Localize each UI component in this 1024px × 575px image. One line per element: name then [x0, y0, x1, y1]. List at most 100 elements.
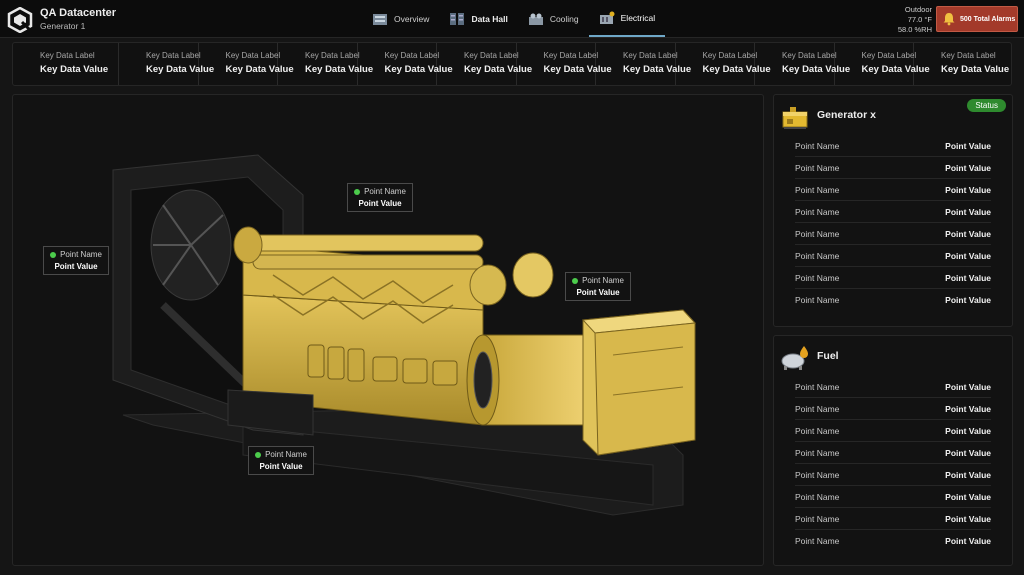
kpi-value: Key Data Value: [861, 64, 930, 75]
kpi-label: Key Data Label: [225, 51, 281, 60]
kpi-value: Key Data Value: [543, 64, 612, 75]
point-name: Point Name: [795, 185, 840, 195]
kpi-item: Key Data Label Key Data Value: [13, 43, 119, 85]
kpi-value: Key Data Value: [941, 64, 1010, 75]
status-badge: Status: [967, 99, 1006, 112]
list-item[interactable]: Point Name Point Value: [795, 245, 991, 267]
kpi-item: Key Data Label Key Data Value: [278, 43, 373, 85]
kpi-value: Key Data Value: [782, 64, 851, 75]
tab-electrical-label: Electrical: [620, 12, 656, 23]
fuel-panel-header: Fuel: [774, 336, 1012, 376]
kpi-label: Key Data Label: [702, 51, 758, 60]
kpi-item: Key Data Label Key Data Value: [596, 43, 691, 85]
kpi-value: Key Data Value: [702, 64, 771, 75]
list-item[interactable]: Point Name Point Value: [795, 530, 991, 552]
list-item[interactable]: Point Name Point Value: [795, 267, 991, 289]
point-callout[interactable]: Point Name Point Value: [347, 183, 413, 212]
status-dot: [255, 451, 262, 458]
point-name: Point Name: [795, 251, 840, 261]
generator-points-list: Point Name Point Value Point Name Point Va…: [774, 135, 1012, 311]
list-item[interactable]: Point Name Point Value: [795, 157, 991, 179]
list-item[interactable]: Point Name Point Value: [795, 223, 991, 245]
tab-data-hall[interactable]: Data Hall: [439, 0, 517, 37]
bell-icon: [943, 13, 955, 26]
list-item[interactable]: Point Name Point Value: [795, 420, 991, 442]
list-item[interactable]: Point Name Point Value: [795, 289, 991, 311]
kpi-item: Key Data Label Key Data Value: [119, 43, 214, 85]
kpi-item: Key Data Label Key Data Value: [358, 43, 453, 85]
point-name: Point Name: [795, 448, 840, 458]
kpi-item: Key Data Label Key Data Value: [914, 43, 1010, 85]
electrical-icon: [599, 11, 615, 24]
kpi-item: Key Data Label Key Data Value: [199, 43, 294, 85]
kpi-item: Key Data Label Key Data Value: [437, 43, 533, 85]
weather-readout: Outdoor 77.0 °F 58.0 %RH: [880, 5, 932, 35]
point-name: Point Name: [795, 514, 840, 524]
list-item[interactable]: Point Name Point Value: [795, 464, 991, 486]
list-item[interactable]: Point Name Point Value: [795, 179, 991, 201]
point-callout[interactable]: Point Name Point Value: [248, 446, 314, 475]
point-value: Point Value: [358, 199, 402, 208]
racks-icon: [450, 12, 465, 25]
point-value: Point Value: [945, 470, 991, 480]
list-item[interactable]: Point Name Point Value: [795, 201, 991, 223]
tab-data-hall-label: Data Hall: [471, 13, 508, 24]
list-item[interactable]: Point Name Point Value: [795, 442, 991, 464]
point-callout[interactable]: Point Name Point Value: [43, 246, 109, 275]
chiller-icon: [528, 13, 543, 25]
total-alarms-button[interactable]: 500 Total Alarms: [936, 6, 1018, 32]
tab-cooling-label: Cooling: [549, 13, 579, 24]
total-alarms-label: 500 Total Alarms: [960, 15, 1016, 23]
point-value: Point Value: [945, 382, 991, 392]
point-name: Point Name: [795, 273, 840, 283]
point-value: Point Value: [945, 273, 991, 283]
tab-electrical[interactable]: Electrical: [588, 0, 666, 37]
kpi-value: Key Data Value: [40, 64, 109, 75]
kpi-label: Key Data Label: [782, 51, 837, 60]
kpi-value: Key Data Value: [464, 64, 533, 75]
point-value: Point Value: [945, 426, 991, 436]
point-name: Point Name: [364, 187, 406, 196]
tab-cooling[interactable]: Cooling: [518, 0, 589, 37]
point-name: Point Name: [795, 207, 840, 217]
app-subtitle: Generator 1: [40, 21, 86, 31]
fuel-panel: Fuel Point Name Point Value Point Name Poi…: [773, 335, 1013, 566]
kpi-label: Key Data Label: [384, 51, 440, 60]
generator-3d-view[interactable]: Point Name Point Value Point Name Point …: [12, 94, 764, 566]
fuel-points-list: Point Name Point Value Point Name Point Va…: [774, 376, 1012, 552]
kpi-label: Key Data Label: [543, 51, 599, 60]
point-name: Point Name: [795, 163, 840, 173]
kpi-item: Key Data Label Key Data Value: [835, 43, 930, 85]
list-item[interactable]: Point Name Point Value: [795, 398, 991, 420]
point-name: Point Name: [795, 382, 840, 392]
list-item[interactable]: Point Name Point Value: [795, 376, 991, 398]
point-name: Point Name: [795, 470, 840, 480]
point-name: Point Name: [582, 276, 624, 285]
point-value: Point Value: [945, 404, 991, 414]
kpi-item: Key Data Label Key Data Value: [676, 43, 771, 85]
tab-overview[interactable]: Overview: [362, 0, 439, 37]
point-name: Point Name: [795, 229, 840, 239]
point-name: Point Name: [795, 404, 840, 414]
point-value: Point Value: [945, 207, 991, 217]
point-value: Point Value: [945, 448, 991, 458]
point-value: Point Value: [54, 262, 98, 271]
kpi-label: Key Data Label: [40, 51, 95, 60]
logo-icon[interactable]: [7, 7, 33, 33]
kpi-label: Key Data Label: [146, 51, 201, 60]
kpi-label: Key Data Label: [941, 51, 996, 60]
point-value: Point Value: [259, 462, 303, 471]
point-name: Point Name: [265, 450, 307, 459]
list-item[interactable]: Point Name Point Value: [795, 135, 991, 157]
point-callout[interactable]: Point Name Point Value: [565, 272, 631, 301]
list-item[interactable]: Point Name Point Value: [795, 486, 991, 508]
generator-model-image: [112, 154, 697, 516]
generator-panel: Generator x Status Point Name Point Value…: [773, 94, 1013, 327]
list-item[interactable]: Point Name Point Value: [795, 508, 991, 530]
generator-panel-header: Generator x Status: [774, 95, 1012, 135]
app-title: QA Datacenter: [40, 7, 117, 19]
point-value: Point Value: [945, 536, 991, 546]
kpi-strip: Key Data Label Key Data Value Key Data La…: [12, 42, 1012, 86]
point-name: Point Name: [795, 141, 840, 151]
fuel-panel-title: Fuel: [817, 350, 839, 362]
